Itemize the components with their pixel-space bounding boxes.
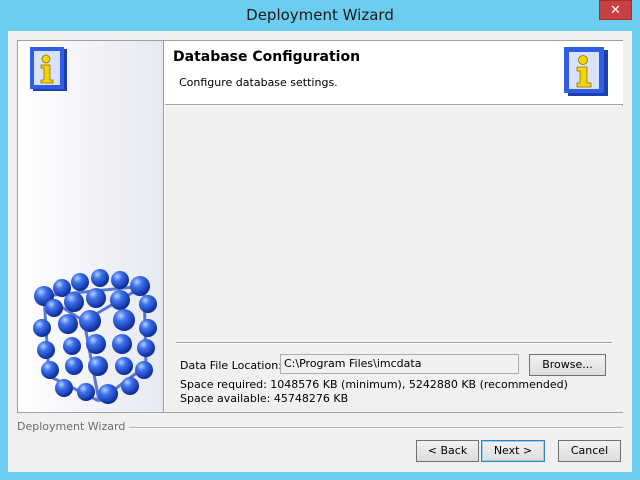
cancel-button[interactable]: Cancel — [558, 440, 621, 462]
wizard-content: Data File Location: C:\Program Files\imc… — [165, 106, 623, 412]
close-button[interactable]: ✕ — [599, 0, 632, 20]
title-bar[interactable]: Deployment Wizard ✕ — [0, 0, 640, 31]
browse-button[interactable]: Browse... — [529, 354, 606, 376]
page-subtitle: Configure database settings. — [179, 76, 338, 89]
info-book-icon — [30, 47, 67, 91]
data-file-location-label: Data File Location: — [180, 359, 282, 372]
wizard-header: Database Configuration Configure databas… — [165, 41, 623, 105]
window-title: Deployment Wizard — [246, 6, 394, 24]
data-file-location-field[interactable]: C:\Program Files\imcdata — [280, 354, 519, 374]
wizard-frame: Database Configuration Configure databas… — [17, 40, 623, 413]
info-book-icon — [564, 47, 608, 96]
left-banner — [18, 41, 164, 412]
page-title: Database Configuration — [173, 49, 361, 65]
back-button[interactable]: < Back — [416, 440, 479, 462]
footer-separator-highlight — [115, 428, 623, 429]
space-available-text: Space available: 45748276 KB — [180, 392, 349, 405]
wizard-window: Deployment Wizard ✕ Database Configurati… — [0, 0, 640, 480]
space-required-text: Space required: 1048576 KB (minimum), 52… — [180, 378, 568, 391]
content-separator-highlight — [176, 343, 612, 344]
client-area: Database Configuration Configure databas… — [8, 31, 632, 472]
next-button[interactable]: Next > — [481, 440, 545, 462]
molecule-sphere-graphic — [33, 269, 157, 404]
footer-group-label: Deployment Wizard — [17, 420, 130, 433]
